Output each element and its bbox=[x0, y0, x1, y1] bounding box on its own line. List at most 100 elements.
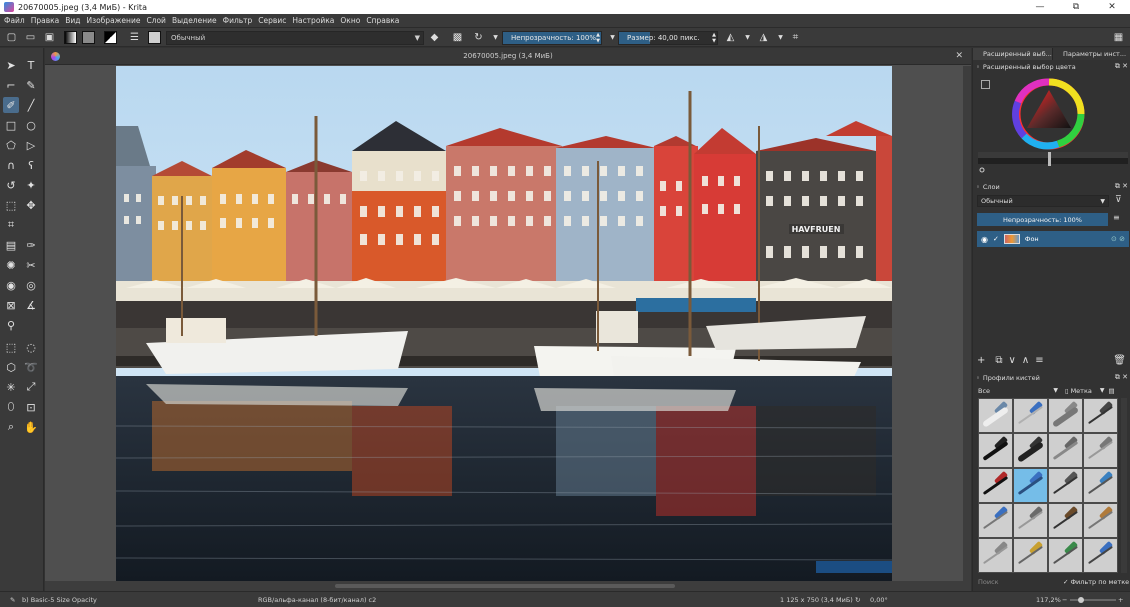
float-close-icon[interactable]: ⧉ ✕ bbox=[1115, 182, 1128, 191]
edit-shapes-tool-icon[interactable]: ⌐ bbox=[3, 77, 19, 93]
maximize-button[interactable]: ⧉ bbox=[1058, 0, 1094, 14]
gradient-swatch[interactable] bbox=[64, 31, 77, 44]
assistant-tool-icon[interactable]: ✂ bbox=[23, 257, 39, 273]
text-tool-icon[interactable]: T bbox=[23, 57, 39, 73]
color-picker-tool-icon[interactable]: ✑ bbox=[23, 237, 39, 253]
layer-opacity-slider[interactable]: Непрозрачность: 100% bbox=[977, 213, 1108, 226]
brush-search-input[interactable]: Поиск bbox=[978, 576, 1058, 588]
select-shapes-tool-icon[interactable]: ➤ bbox=[3, 57, 19, 73]
brush-filter-dropdown[interactable]: Все ▼ bbox=[978, 385, 1058, 396]
gradient-tool-icon[interactable]: ▤ bbox=[3, 237, 19, 253]
brush-preset[interactable] bbox=[1048, 538, 1083, 573]
brush-settings-icon[interactable]: ☰ bbox=[128, 31, 141, 44]
rect-select-tool-icon[interactable]: ⬚ bbox=[3, 339, 19, 355]
delete-layer-icon[interactable]: 🗑 bbox=[1113, 355, 1126, 366]
perspective-grid-tool-icon[interactable]: ⊠ bbox=[3, 297, 19, 313]
opacity-spin-icon[interactable]: ▲ ▼ bbox=[596, 32, 600, 44]
size-slider[interactable]: Размер: 40,00 пикс. ▲ ▼ bbox=[618, 31, 718, 45]
brush-preset[interactable] bbox=[978, 468, 1013, 503]
vertical-scrollbar[interactable] bbox=[963, 66, 971, 581]
bezier-tool-icon[interactable]: ∩ bbox=[3, 157, 19, 173]
brush-preset[interactable] bbox=[1083, 468, 1118, 503]
zoom-slider[interactable] bbox=[1070, 599, 1116, 601]
new-document-icon[interactable]: ▢ bbox=[5, 31, 18, 44]
close-document-icon[interactable]: ✕ bbox=[955, 51, 963, 61]
float-close-icon[interactable]: ⧉ ✕ bbox=[1115, 373, 1128, 382]
brush-preset[interactable] bbox=[1013, 433, 1048, 468]
menu-view[interactable]: Вид bbox=[65, 16, 80, 25]
brush-preset[interactable] bbox=[1083, 503, 1118, 538]
zoom-tool-icon[interactable]: ⌕ bbox=[3, 419, 19, 435]
menu-select[interactable]: Выделение bbox=[172, 16, 217, 25]
panel-toggle-icon[interactable]: ◦ bbox=[976, 183, 980, 191]
polygon-tool-icon[interactable]: ⬠ bbox=[3, 137, 19, 153]
filter-icon[interactable]: ⊽ bbox=[1115, 195, 1122, 205]
mirror-h-dropdown-icon[interactable]: ▼ bbox=[741, 31, 754, 44]
brush-preset[interactable] bbox=[1013, 538, 1048, 573]
menu-layer[interactable]: Слой bbox=[146, 16, 166, 25]
calligraphy-tool-icon[interactable]: ✎ bbox=[23, 77, 39, 93]
pan-tool-icon[interactable]: ✋ bbox=[23, 419, 39, 435]
layer-properties-icon[interactable]: ≡ bbox=[1035, 355, 1043, 366]
menu-filter[interactable]: Фильтр bbox=[223, 16, 253, 25]
eye-icon[interactable]: ◉ bbox=[981, 235, 988, 244]
polygon-select-tool-icon[interactable]: ⬡ bbox=[3, 359, 19, 375]
checkmark-icon[interactable]: ✓ bbox=[993, 235, 999, 243]
tab-advanced-color-selector[interactable]: Расширенный выб... bbox=[973, 48, 1053, 60]
preserve-alpha-icon[interactable]: ▩ bbox=[451, 31, 464, 44]
open-document-icon[interactable]: ▭ bbox=[24, 31, 37, 44]
brush-preset[interactable] bbox=[978, 398, 1013, 433]
move-layer-down-icon[interactable]: ∨ bbox=[1009, 355, 1016, 366]
brush-preset[interactable] bbox=[978, 433, 1013, 468]
color-wheel[interactable] bbox=[978, 78, 1128, 174]
opacity-slider[interactable]: Непрозрачность: 100% ▲ ▼ bbox=[502, 31, 602, 45]
similar-select-tool-icon[interactable]: ⤢ bbox=[23, 379, 39, 395]
menu-settings[interactable]: Настройка bbox=[292, 16, 334, 25]
magnetic-select-tool-icon[interactable]: ⊡ bbox=[23, 399, 39, 415]
dynamic-brush-tool-icon[interactable]: ↺ bbox=[3, 177, 19, 193]
close-window-button[interactable]: ✕ bbox=[1094, 0, 1130, 14]
lock-icon[interactable]: ⊙ ⊘ bbox=[1111, 235, 1125, 243]
smart-patch-tool-icon[interactable]: ✺ bbox=[3, 257, 19, 273]
duplicate-layer-icon[interactable]: ⧉ bbox=[995, 355, 1002, 366]
polyline-tool-icon[interactable]: ▷ bbox=[23, 137, 39, 153]
blend-mode-dropdown[interactable]: Обычный ▼ bbox=[166, 31, 424, 45]
wrap-around-icon[interactable]: ⌗ bbox=[789, 31, 802, 44]
fill-tool-icon[interactable]: ◉ bbox=[3, 277, 19, 293]
zoom-out-icon[interactable]: − bbox=[1062, 596, 1067, 604]
ellipse-select-tool-icon[interactable]: ◌ bbox=[23, 339, 39, 355]
enclose-fill-tool-icon[interactable]: ◎ bbox=[23, 277, 39, 293]
menu-help[interactable]: Справка bbox=[366, 16, 399, 25]
tag-selector[interactable]: ▯ Метка ▼ ▤ bbox=[1065, 385, 1115, 396]
layer-blend-dropdown[interactable]: Обычный ▼ bbox=[977, 195, 1109, 207]
mirror-horizontal-icon[interactable]: ◭ bbox=[724, 31, 737, 44]
panel-toggle-icon[interactable]: ◦ bbox=[976, 63, 980, 71]
add-layer-icon[interactable]: + bbox=[977, 355, 985, 366]
brush-preset[interactable] bbox=[1048, 433, 1083, 468]
ellipse-tool-icon[interactable]: ○ bbox=[23, 117, 39, 133]
view-mode-icon[interactable]: ▤ bbox=[1109, 387, 1115, 395]
layer-row[interactable]: ◉ ✓ Фон ⊙ ⊘ bbox=[977, 231, 1129, 247]
float-close-icon[interactable]: ⧉ ✕ bbox=[1115, 62, 1128, 71]
zoom-in-icon[interactable]: + bbox=[1118, 596, 1123, 604]
brush-grid-scrollbar[interactable] bbox=[1121, 398, 1127, 573]
zoom-slider-handle[interactable] bbox=[1078, 597, 1084, 603]
menu-edit[interactable]: Правка bbox=[31, 16, 60, 25]
multibrush-tool-icon[interactable]: ✦ bbox=[23, 177, 39, 193]
brush-preset-icon[interactable] bbox=[148, 31, 161, 44]
brush-preset[interactable] bbox=[1083, 398, 1118, 433]
panel-toggle-icon[interactable]: ◦ bbox=[976, 374, 980, 382]
minimize-button[interactable]: — bbox=[1022, 0, 1058, 14]
menu-image[interactable]: Изображение bbox=[87, 16, 141, 25]
contiguous-select-tool-icon[interactable]: ✳ bbox=[3, 379, 19, 395]
brush-preset[interactable] bbox=[1083, 433, 1118, 468]
move-layer-up-icon[interactable]: ∧ bbox=[1022, 355, 1029, 366]
tab-tool-options[interactable]: Параметры инст... bbox=[1053, 48, 1130, 60]
reload-dropdown-icon[interactable]: ▼ bbox=[489, 31, 502, 44]
line-tool-icon[interactable]: ╱ bbox=[23, 97, 39, 113]
menu-tools[interactable]: Сервис bbox=[258, 16, 286, 25]
fg-bg-colors-swatch[interactable] bbox=[104, 31, 117, 44]
rotate-icon[interactable]: ↻ bbox=[855, 596, 860, 604]
image-canvas[interactable]: HAVFRUEN bbox=[116, 66, 892, 581]
menu-window[interactable]: Окно bbox=[340, 16, 360, 25]
